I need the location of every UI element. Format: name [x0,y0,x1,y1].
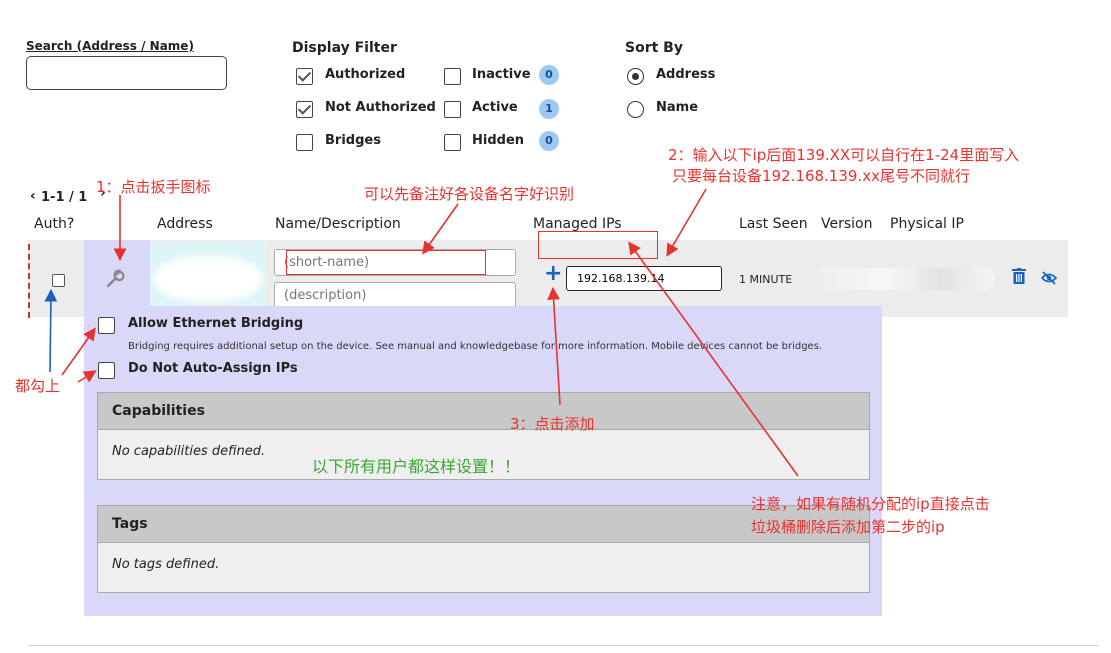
col-physical-ip: Physical IP [890,216,964,232]
annotation-name-note: 可以先备注好各设备名字好识别 [364,185,575,203]
tags-body: No tags defined. [97,543,870,593]
col-address: Address [157,216,213,232]
capabilities-empty-text: No capabilities defined. [112,444,266,459]
sort-name-radio[interactable] [627,101,644,118]
pagination-text: 1-1 / 1 [41,190,88,205]
display-filter-title: Display Filter [292,40,397,56]
active-count-badge: 1 [539,99,559,119]
annotation-note-line2: 垃圾桶删除后添加第二步的ip [751,518,945,536]
physical-ip-redacted [815,268,995,290]
filter-active-checkbox[interactable] [444,101,461,118]
add-ip-icon[interactable]: + [544,263,562,285]
hidden-count-badge: 0 [539,131,559,151]
no-auto-assign-label: Do Not Auto-Assign IPs [128,361,298,376]
row-left-marker [28,244,30,318]
sort-address-label: Address [656,67,716,82]
capabilities-header: Capabilities [97,392,870,430]
auth-checkbox[interactable] [52,274,65,287]
col-version: Version [821,216,873,232]
member-description-input[interactable] [274,282,516,309]
filter-not-authorized-checkbox[interactable] [296,101,313,118]
filter-active-label: Active [472,100,518,115]
last-seen-value: 1 MINUTE [739,273,793,286]
annotation-check-all: 都勾上 [15,377,61,395]
search-label: Search (Address / Name) [26,39,194,53]
name-input-highlight-box [286,250,486,275]
annotation-step2-line1: 2：输入以下ip后面139.XX可以自行在1-24里面写入 [668,146,1020,164]
col-auth: Auth? [34,216,75,232]
search-input[interactable] [26,56,227,90]
filter-hidden-checkbox[interactable] [444,134,461,151]
annotation-step3: 3：点击添加 [510,415,595,433]
col-name-description: Name/Description [275,216,401,232]
managed-ip-highlight-box [538,231,658,259]
inactive-count-badge: 0 [539,65,559,85]
no-auto-assign-checkbox[interactable] [98,362,115,379]
trash-icon[interactable] [1012,268,1026,284]
managed-ip-input[interactable] [566,266,722,291]
filter-inactive-label: Inactive [472,67,531,82]
col-managed-ips: Managed IPs [533,216,622,232]
annotation-step2-line2: 只要每台设备192.168.139.xx尾号不同就行 [672,167,970,185]
allow-bridging-label: Allow Ethernet Bridging [128,316,304,331]
address-scribble [160,262,256,296]
filter-authorized-label: Authorized [325,67,406,82]
annotation-all-users: 以下所有用户都这样设置！！ [312,457,521,476]
filter-authorized-checkbox[interactable] [296,68,313,85]
filter-bridges-label: Bridges [325,133,381,148]
sort-name-label: Name [656,100,699,115]
col-last-seen: Last Seen [739,216,808,232]
filter-hidden-label: Hidden [472,133,525,148]
annotation-note-line1: 注意，如果有随机分配的ip直接点击 [751,495,990,513]
annotation-step1: 1：点击扳手图标 [96,178,211,196]
tags-empty-text: No tags defined. [112,557,220,572]
allow-bridging-checkbox[interactable] [98,317,115,334]
bridging-help-text: Bridging requires additional setup on th… [128,341,823,352]
hide-eye-icon[interactable] [1040,270,1058,285]
page-prev-icon[interactable]: ‹ [30,188,36,204]
filter-bridges-checkbox[interactable] [296,134,313,151]
filter-not-authorized-label: Not Authorized [325,100,436,115]
bottom-divider [28,645,1098,646]
sort-address-radio[interactable] [627,68,644,85]
wrench-icon[interactable] [104,268,126,290]
sort-by-title: Sort By [625,40,683,56]
filter-inactive-checkbox[interactable] [444,68,461,85]
